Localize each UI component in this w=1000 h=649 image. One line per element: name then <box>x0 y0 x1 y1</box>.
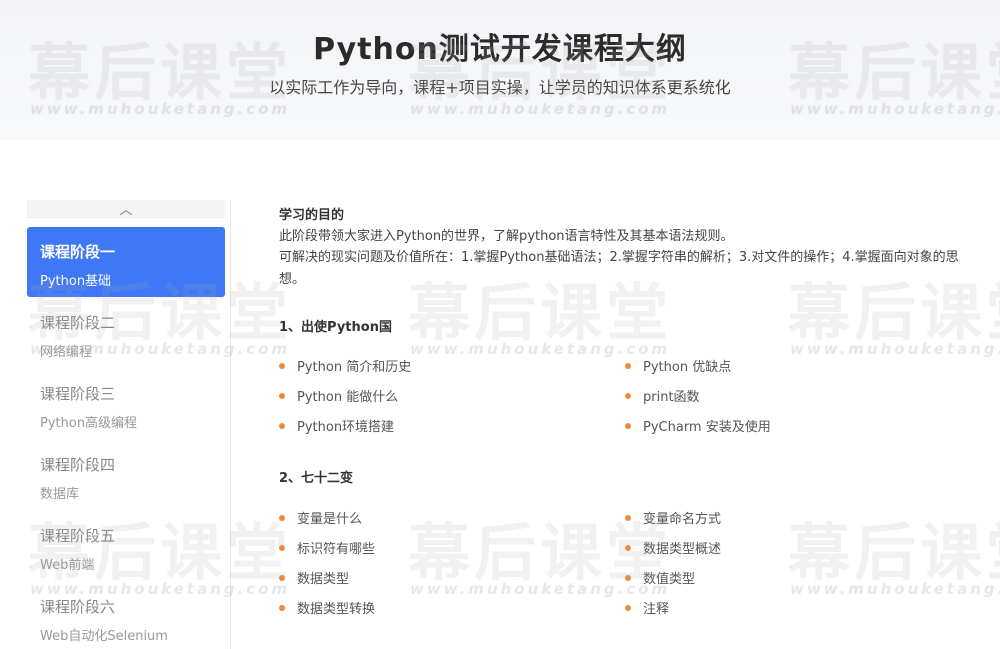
bullet-icon <box>625 392 631 399</box>
bullet-icon <box>279 392 285 399</box>
watermark-logo: 幕后课堂 <box>788 516 1000 589</box>
stage-title: 课程阶段二 <box>40 314 116 332</box>
sidebar-divider <box>230 200 231 649</box>
stage-subtitle: Python高级编程 <box>40 416 138 431</box>
sidebar-item-stage-1[interactable]: 课程阶段一 Python基础 <box>27 227 225 297</box>
stage-subtitle: Web自动化Selenium <box>40 629 168 644</box>
stage-subtitle: Web前端 <box>40 558 95 573</box>
stage-title: 课程阶段五 <box>40 527 116 545</box>
stage-title: 课程阶段四 <box>40 456 116 474</box>
watermark-url: www.muhouketang.com <box>790 340 1000 358</box>
sidebar-item-stage-5[interactable]: 课程阶段五 Web前端 <box>27 511 225 581</box>
list-item: 变量命名方式 <box>625 508 721 527</box>
chevron-up-icon: ︿ <box>119 203 133 218</box>
list-item: 注释 <box>625 598 669 617</box>
list-item: print函数 <box>625 386 700 405</box>
list-item: 标识符有哪些 <box>279 538 375 557</box>
list-item: 数据类型概述 <box>625 538 721 557</box>
watermark-url: www.muhouketang.com <box>790 580 1000 598</box>
bullet-icon <box>625 514 631 521</box>
goal-value: 可解决的现实问题及价值所在：1.掌握Python基础语法；2.掌握字符串的解析；… <box>279 250 959 287</box>
bullet-icon <box>625 604 631 611</box>
bullet-icon <box>625 362 631 369</box>
section-title: 2、七十二变 <box>279 471 354 486</box>
bullet-icon <box>279 422 285 429</box>
sidebar-item-stage-3[interactable]: 课程阶段三 Python高级编程 <box>27 369 225 439</box>
list-item: 数据类型 <box>279 568 349 587</box>
bullet-icon <box>625 574 631 581</box>
list-item: 数据类型转换 <box>279 598 375 617</box>
sidebar-item-stage-4[interactable]: 课程阶段四 数据库 <box>27 440 225 510</box>
list-item: 变量是什么 <box>279 508 362 527</box>
list-item: Python 能做什么 <box>279 386 398 405</box>
section-title: 1、出使Python国 <box>279 320 392 335</box>
page-subtitle: 以实际工作为导向，课程+项目实操，让学员的知识体系更系统化 <box>269 78 731 97</box>
sidebar-item-stage-2[interactable]: 课程阶段二 网络编程 <box>27 298 225 368</box>
goal-heading: 学习的目的 <box>279 208 345 223</box>
page-header: Python测试开发课程大纲 以实际工作为导向，课程+项目实操，让学员的知识体系… <box>0 0 1000 140</box>
bullet-icon <box>279 514 285 521</box>
scroll-up-button[interactable]: ︿ <box>27 200 225 218</box>
list-item: Python环境搭建 <box>279 416 394 435</box>
list-item: Python 简介和历史 <box>279 356 411 375</box>
stage-subtitle: 网络编程 <box>40 345 93 360</box>
bullet-icon <box>625 422 631 429</box>
course-stage-sidebar: ︿ 课程阶段一 Python基础 课程阶段二 网络编程 课程阶段三 Python… <box>27 200 225 649</box>
bullet-icon <box>279 604 285 611</box>
sidebar-item-stage-6[interactable]: 课程阶段六 Web自动化Selenium <box>27 582 225 649</box>
bullet-icon <box>279 544 285 551</box>
list-item: PyCharm 安装及使用 <box>625 416 771 435</box>
page-title: Python测试开发课程大纲 <box>313 32 687 67</box>
list-item: 数值类型 <box>625 568 695 587</box>
bullet-icon <box>279 362 285 369</box>
stage-title: 课程阶段一 <box>40 243 116 261</box>
stage-subtitle: Python基础 <box>40 274 112 289</box>
bullet-icon <box>279 574 285 581</box>
stage-subtitle: 数据库 <box>40 487 80 502</box>
goal-description: 此阶段带领大家进入Python的世界，了解python语言特性及其基本语法规则。 <box>279 229 734 244</box>
list-item: Python 优缺点 <box>625 356 731 375</box>
bullet-icon <box>625 544 631 551</box>
stage-title: 课程阶段三 <box>40 385 116 403</box>
stage-title: 课程阶段六 <box>40 598 116 616</box>
